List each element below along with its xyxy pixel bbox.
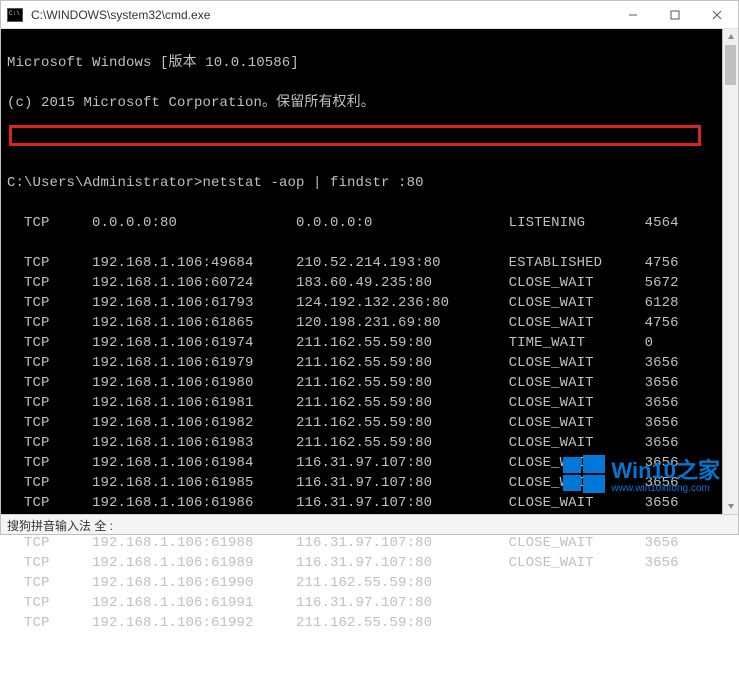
version-line: Microsoft Windows [版本 10.0.10586] [7, 53, 732, 73]
watermark-url: www.win10xitong.com [611, 484, 720, 494]
netstat-row: TCP 192.168.1.106:61980 211.162.55.59:80… [7, 373, 732, 393]
watermark-main: Win10之家 [611, 460, 720, 482]
scroll-up-button[interactable] [723, 29, 738, 45]
netstat-row: TCP 192.168.1.106:61981 211.162.55.59:80… [7, 393, 732, 413]
netstat-row: TCP 192.168.1.106:61982 211.162.55.59:80… [7, 413, 732, 433]
titlebar: C:\WINDOWS\system32\cmd.exe [1, 1, 738, 29]
maximize-button[interactable] [654, 1, 696, 29]
watermark: Win10之家 www.win10xitong.com [555, 449, 728, 504]
minimize-button[interactable] [612, 1, 654, 29]
blank-line [7, 133, 732, 153]
netstat-row: TCP 192.168.1.106:61992 211.162.55.59:80 [7, 613, 732, 633]
window-controls [612, 1, 738, 29]
netstat-row: TCP 192.168.1.106:61974 211.162.55.59:80… [7, 333, 732, 353]
terminal-output[interactable]: Microsoft Windows [版本 10.0.10586] (c) 20… [1, 29, 738, 514]
close-button[interactable] [696, 1, 738, 29]
netstat-row: TCP 192.168.1.106:60724 183.60.49.235:80… [7, 273, 732, 293]
netstat-row: TCP 192.168.1.106:61979 211.162.55.59:80… [7, 353, 732, 373]
window-title: C:\WINDOWS\system32\cmd.exe [31, 8, 210, 22]
scroll-track[interactable] [723, 45, 738, 498]
netstat-row: TCP 192.168.1.106:61989 116.31.97.107:80… [7, 553, 732, 573]
copyright-line: (c) 2015 Microsoft Corporation。保留所有权利。 [7, 93, 732, 113]
command-line: C:\Users\Administrator>netstat -aop | fi… [7, 173, 732, 193]
watermark-text: Win10之家 www.win10xitong.com [611, 460, 720, 494]
netstat-row: TCP 192.168.1.106:61988 116.31.97.107:80… [7, 533, 732, 553]
netstat-row: TCP 192.168.1.106:61991 116.31.97.107:80 [7, 593, 732, 613]
scroll-thumb[interactable] [725, 45, 736, 85]
ime-status: 搜狗拼音输入法 全 : [7, 519, 113, 533]
scrollbar[interactable] [722, 29, 738, 514]
windows-logo-icon [563, 453, 605, 500]
netstat-row: TCP 192.168.1.106:49684 210.52.214.193:8… [7, 253, 732, 273]
cmd-icon [7, 8, 23, 22]
netstat-row: TCP 192.168.1.106:61793 124.192.132.236:… [7, 293, 732, 313]
netstat-row: TCP 192.168.1.106:61865 120.198.231.69:8… [7, 313, 732, 333]
netstat-row: TCP 192.168.1.106:61990 211.162.55.59:80 [7, 573, 732, 593]
statusbar: 搜狗拼音输入法 全 : [1, 514, 738, 534]
netstat-row-highlighted: TCP 0.0.0.0:80 0.0.0.0:0 LISTENING 4564 [7, 213, 732, 233]
